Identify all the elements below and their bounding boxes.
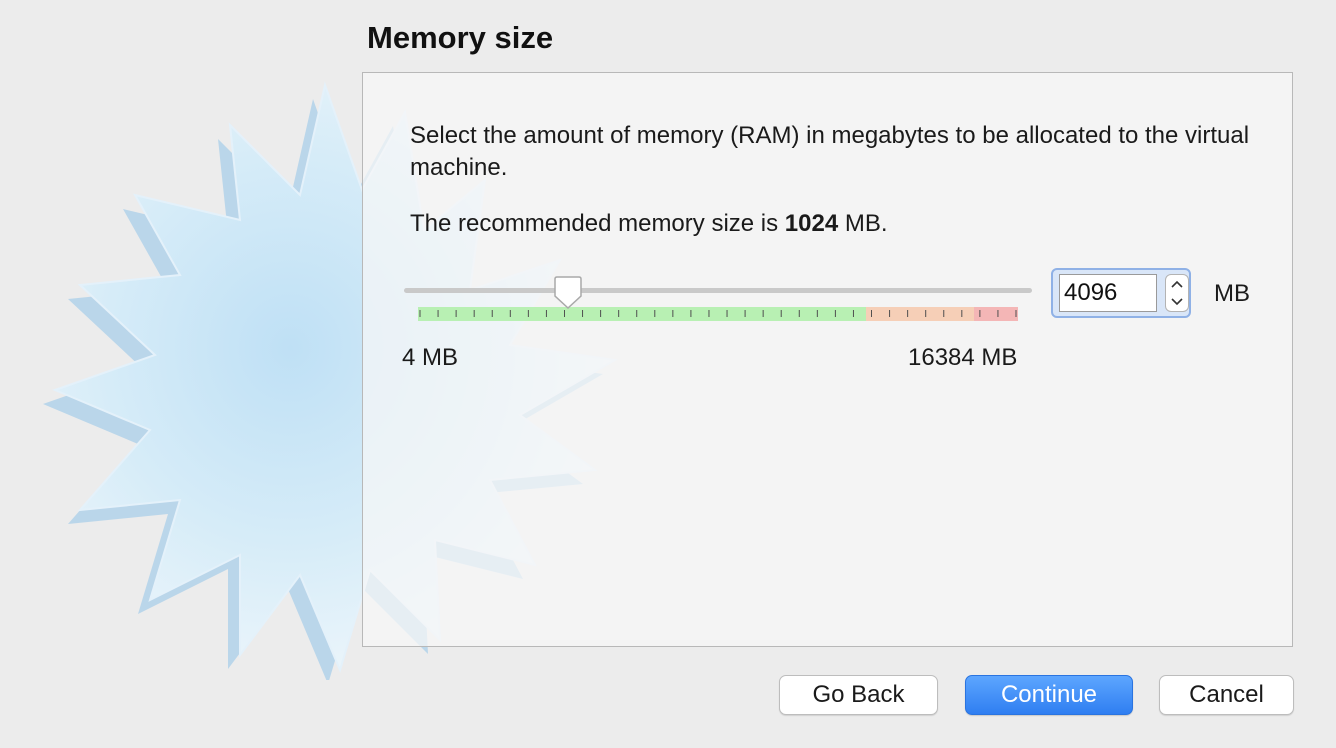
recommended-suffix: MB.: [838, 210, 888, 237]
memory-size-input[interactable]: [1059, 274, 1157, 312]
cancel-button[interactable]: Cancel: [1159, 675, 1294, 715]
memory-description: Select the amount of memory (RAM) in meg…: [410, 122, 1250, 181]
chevron-up-icon[interactable]: [1166, 275, 1188, 293]
recommended-memory-text: The recommended memory size is 1024 MB.: [410, 208, 888, 240]
slider-min-label: 4 MB: [402, 344, 459, 371]
chevron-down-icon[interactable]: [1166, 293, 1188, 311]
page-title: Memory size: [367, 20, 554, 55]
memory-stepper[interactable]: [1165, 274, 1189, 312]
memory-slider-track[interactable]: [404, 288, 1032, 293]
memory-unit-label: MB: [1214, 280, 1250, 307]
slider-max-label: 16384 MB: [908, 344, 1018, 371]
continue-button[interactable]: Continue: [965, 675, 1133, 715]
recommended-value: 1024: [784, 210, 839, 237]
slider-tick-marks: [419, 310, 1017, 317]
memory-slider-thumb[interactable]: [551, 276, 585, 310]
recommended-prefix: The recommended memory size is: [410, 210, 785, 237]
go-back-button[interactable]: Go Back: [779, 675, 938, 715]
